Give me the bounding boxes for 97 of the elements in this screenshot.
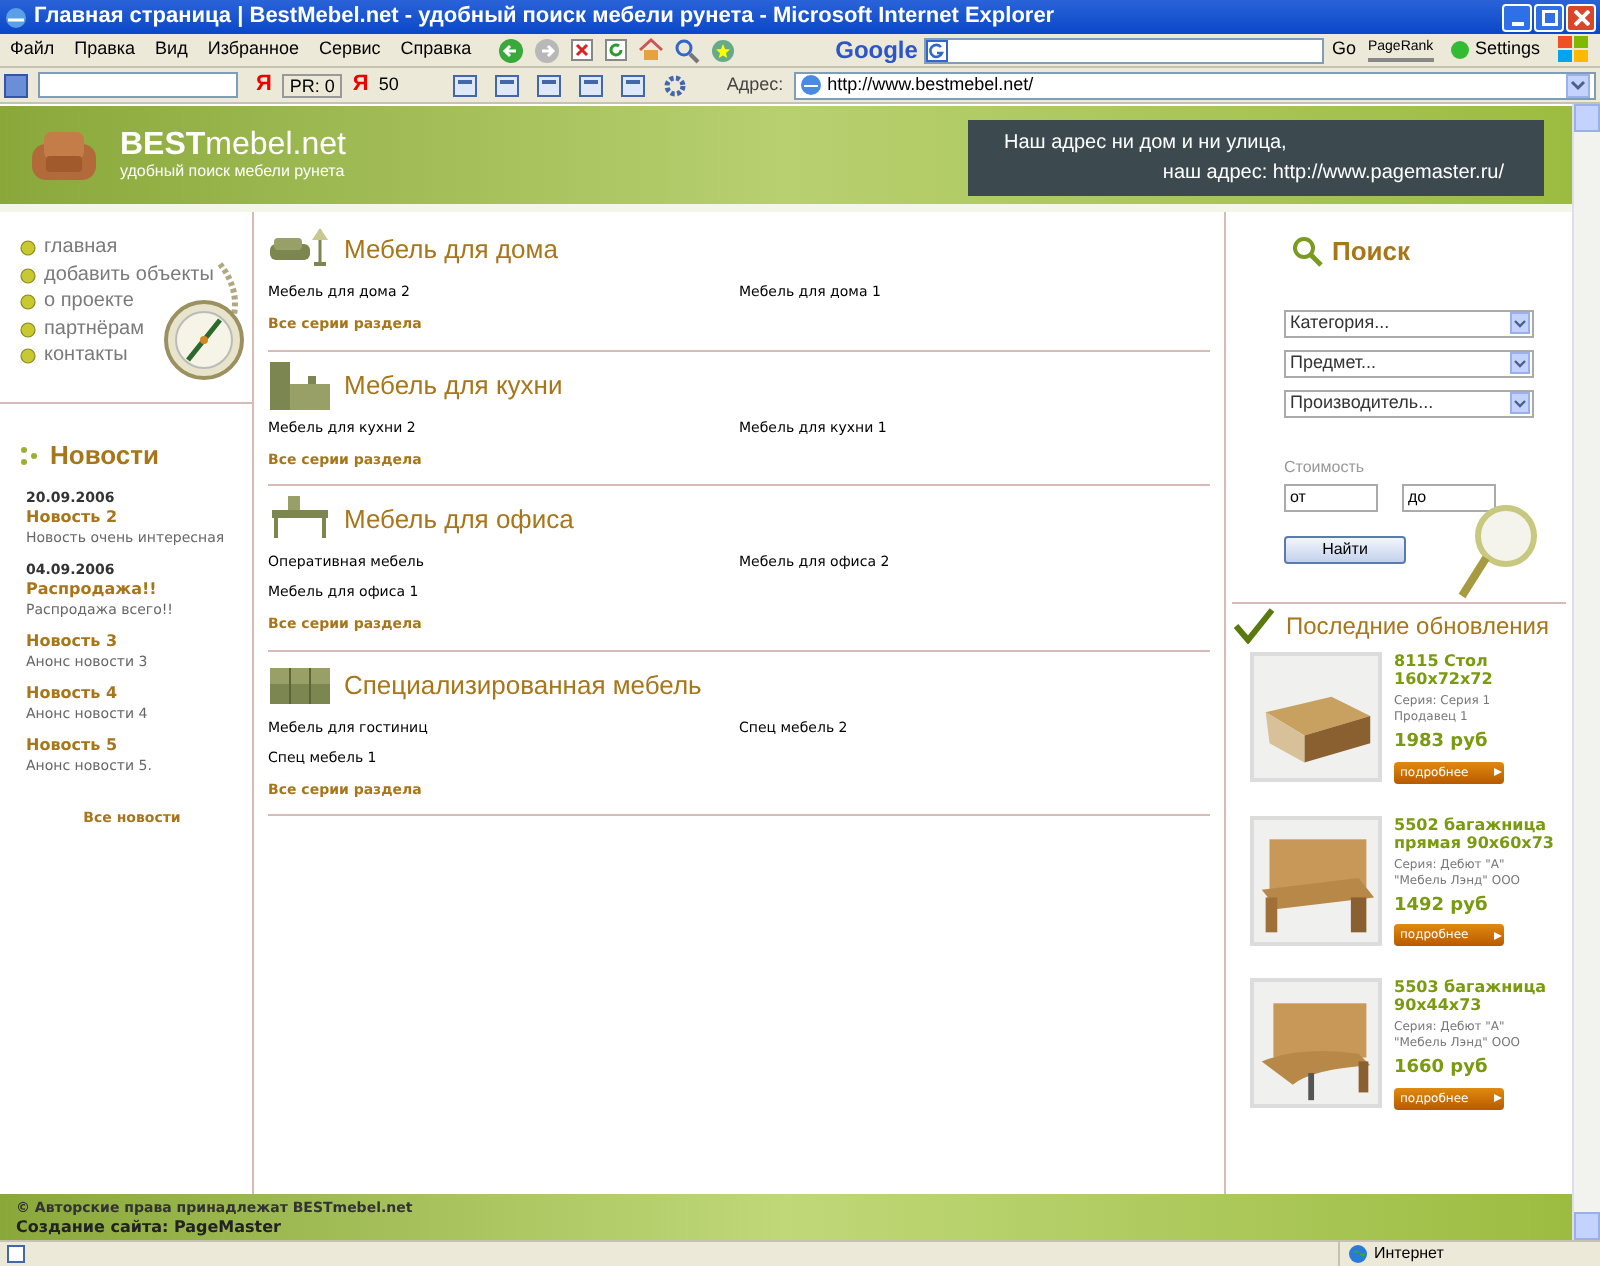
google-g-icon	[925, 39, 948, 61]
select-field[interactable]: Предмет...	[1284, 349, 1534, 377]
furniture-icon	[268, 359, 332, 411]
yandex-search-field[interactable]	[38, 72, 238, 98]
menu-item[interactable]: Сервис	[308, 36, 391, 64]
search-button[interactable]: Найти	[1284, 535, 1406, 563]
menu-item[interactable]: Вид	[145, 36, 198, 64]
news-link[interactable]: Новость 2	[26, 507, 244, 527]
menu-item[interactable]: Файл	[0, 36, 65, 64]
close-button[interactable]	[1566, 3, 1596, 31]
bullet-icon	[20, 240, 36, 257]
product-name-link[interactable]: 5502 багажница прямая 90x60x73	[1394, 815, 1572, 851]
news-link[interactable]: Новость 3	[26, 631, 244, 651]
star-icon[interactable]	[709, 37, 736, 63]
bullet-icon	[20, 294, 36, 311]
close-icon	[1573, 9, 1589, 25]
yandex-mark: Я	[352, 70, 369, 101]
nav-link[interactable]: добавить объекты	[44, 263, 214, 288]
chevron-icon	[1570, 79, 1586, 91]
globe-icon	[1348, 1244, 1368, 1264]
dropdown-button[interactable]	[1510, 352, 1530, 374]
nav-link[interactable]: партнёрам	[44, 317, 144, 342]
dropdown-button[interactable]	[1510, 392, 1530, 414]
browser-icon	[4, 5, 28, 29]
page-icon	[799, 74, 822, 96]
bullet-icon	[20, 348, 36, 365]
address-field[interactable]: http://www.bestmebel.net/	[793, 71, 1596, 99]
checkmark-icon	[1234, 608, 1274, 644]
minimize-button[interactable]	[1502, 3, 1532, 31]
product-price: 1660 руб	[1394, 1056, 1490, 1082]
news-link[interactable]: Новость 5	[26, 735, 244, 755]
menu-item[interactable]: Правка	[64, 36, 146, 64]
news-link[interactable]: Распродажа!!	[26, 579, 244, 599]
status-icon	[1450, 40, 1471, 60]
restore-button[interactable]	[1534, 3, 1564, 31]
google-search-field[interactable]	[923, 37, 1324, 63]
home-icon[interactable]	[637, 38, 664, 62]
news-heading: Новости	[50, 438, 160, 474]
bullet-icon	[20, 321, 36, 338]
section-heading[interactable]: Специализированная мебель	[344, 665, 702, 705]
refresh-icon[interactable]	[603, 38, 628, 62]
yandex-mark: Я	[256, 70, 272, 101]
product-name-link[interactable]: 8115 Стол 160x72x72	[1394, 652, 1572, 688]
yandex-count: 50	[378, 71, 399, 98]
section-heading[interactable]: Мебель для дома	[344, 230, 558, 270]
address-value: http://www.bestmebel.net/	[827, 71, 1034, 98]
nav-link[interactable]: контакты	[44, 344, 128, 369]
search-icon	[1292, 235, 1324, 268]
google-logo: Google	[835, 34, 918, 68]
pr-indicator: PR: 0	[281, 73, 343, 97]
restore-icon	[1541, 9, 1557, 25]
dropdown-button[interactable]	[1566, 73, 1590, 97]
dots-icon	[20, 445, 38, 466]
product-price: 1492 руб	[1394, 893, 1490, 919]
select-field[interactable]: Категория...	[1284, 309, 1534, 337]
site-tagline: удобный поиск мебели рунета	[120, 164, 346, 180]
select-field[interactable]: Производитель...	[1284, 389, 1534, 417]
credit-text: Создание сайта: PageMaster	[16, 1217, 283, 1237]
arrow-icon	[1492, 766, 1504, 778]
search-icon[interactable]	[673, 37, 700, 63]
nav-link[interactable]: о проекте	[44, 290, 134, 315]
arrow-icon	[1492, 1092, 1504, 1104]
back-icon[interactable]	[497, 37, 524, 63]
window-title: Главная страница | BestMebel.net - удобный поиск мебели рунета - Microsoft Internet Explorer	[34, 2, 1057, 33]
cost-label: Стоимость	[1284, 455, 1367, 479]
menu-item[interactable]: Справка	[390, 36, 482, 64]
bullet-icon	[20, 267, 36, 284]
menu-item[interactable]: Избранное	[197, 36, 309, 64]
section-heading[interactable]: Мебель для кухни	[344, 365, 563, 405]
armchair-icon	[28, 127, 100, 183]
dropdown-button[interactable]	[1510, 312, 1530, 334]
window-icon[interactable]	[494, 73, 521, 97]
price-to-field[interactable]: до	[1402, 483, 1496, 511]
site-logo[interactable]: BESTmebel.net	[120, 130, 346, 162]
price-from-field[interactable]: от	[1284, 483, 1378, 511]
address-text: наш адрес: http://www.pagemaster.ru/	[1160, 159, 1506, 187]
product-name-link[interactable]: 5503 багажница 90x44x73	[1394, 978, 1572, 1014]
updates-heading: Последние обновления	[1286, 610, 1550, 644]
product-price: 1983 руб	[1394, 730, 1490, 756]
section-heading[interactable]: Мебель для офиса	[344, 500, 574, 540]
news-link[interactable]: Новость 4	[26, 683, 244, 703]
chevron-icon	[1514, 359, 1526, 367]
stop-icon[interactable]	[569, 38, 594, 62]
address-text: Наш адрес ни дом и ни улица,	[1002, 129, 1289, 157]
toolbar-grip-icon[interactable]	[4, 73, 28, 97]
search-heading: Поиск	[1332, 234, 1411, 270]
arrow-icon	[1492, 929, 1504, 941]
gear-icon[interactable]	[662, 73, 689, 97]
minimize-icon	[1511, 21, 1523, 25]
chevron-icon	[1514, 319, 1526, 327]
chevron-icon	[1514, 399, 1526, 407]
address-label: Адрес:	[726, 71, 784, 98]
go-button[interactable]: Go	[1331, 36, 1356, 64]
page-icon	[6, 1244, 26, 1264]
nav-link[interactable]: главная	[44, 236, 118, 261]
settings-button[interactable]: Settings	[1474, 36, 1540, 64]
security-zone: Интернет	[1374, 1242, 1444, 1266]
